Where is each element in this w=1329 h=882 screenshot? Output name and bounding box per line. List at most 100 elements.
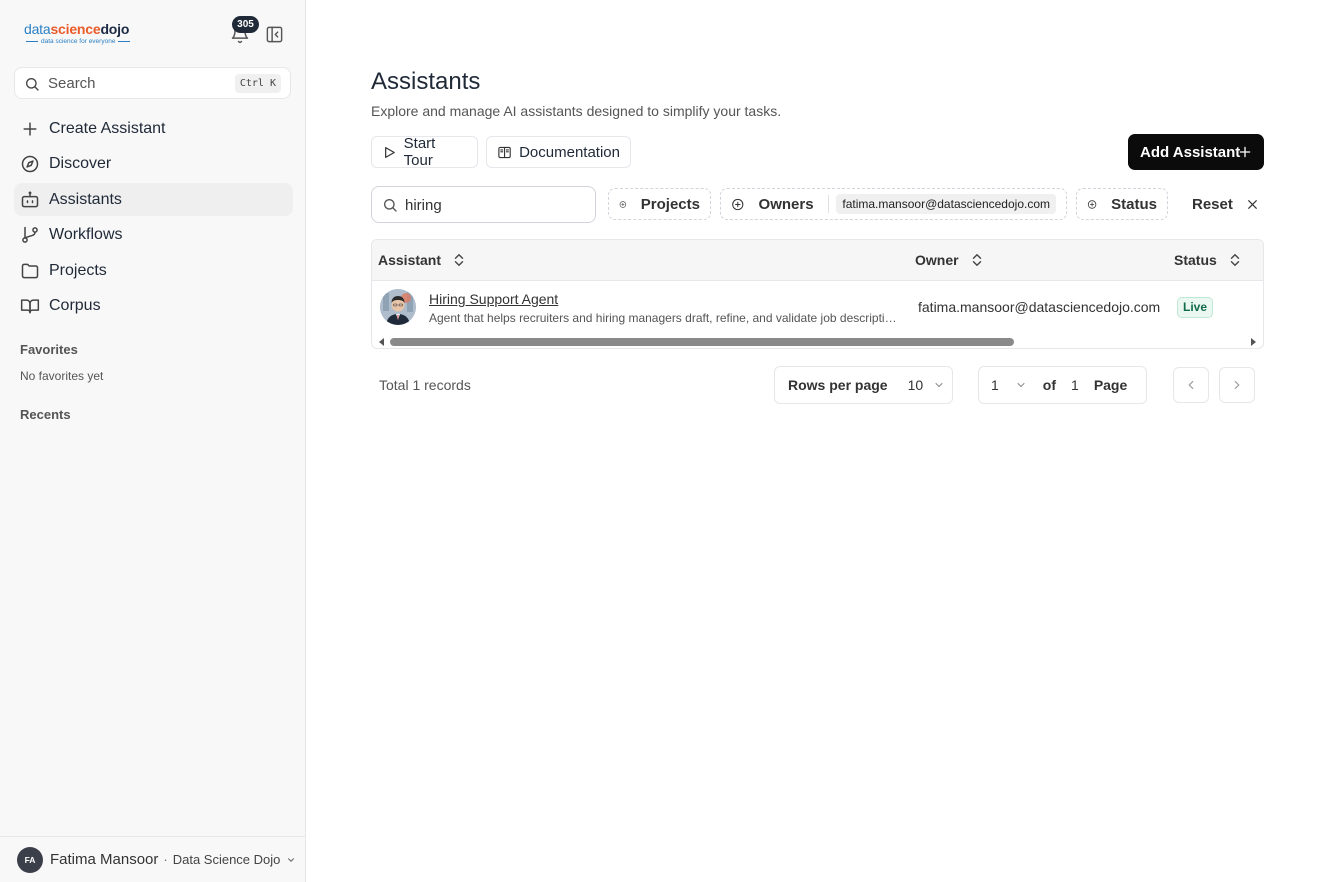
search-icon (384, 199, 397, 212)
total-pages-value: 1 (1071, 377, 1079, 393)
sidebar-item-label: Projects (49, 261, 107, 279)
column-label: Assistant (378, 252, 442, 268)
chevron-down-icon (288, 857, 295, 862)
column-label: Owner (915, 252, 959, 268)
scroll-right-icon[interactable] (1249, 338, 1257, 346)
page-of-label: of (1042, 377, 1057, 393)
search-shortcut: Ctrl K (234, 74, 281, 93)
favorites-title: Favorites (20, 342, 78, 357)
assistant-name-link[interactable]: Hiring Support Agent (429, 291, 558, 307)
sidebar-item-label: Discover (49, 154, 112, 172)
sidebar-item-label: Workflows (49, 225, 123, 243)
sort-icon (972, 254, 981, 266)
compass-icon (21, 155, 39, 172)
avatar: FA (17, 846, 43, 873)
owners-filter[interactable]: Owners fatima.mansoor@datasciencedojo.co… (720, 188, 1067, 220)
search-value: hiring (405, 197, 442, 214)
reset-filters-button[interactable]: Reset (1192, 196, 1259, 213)
column-header-status[interactable]: Status (1174, 252, 1241, 268)
projects-filter[interactable]: Projects (608, 188, 711, 220)
rows-per-page-value: 10 (907, 377, 924, 393)
horizontal-scrollbar[interactable] (372, 335, 1263, 348)
sidebar-item-label: Create Assistant (49, 119, 166, 137)
assistants-table: Assistant Owner Status Hiring Support Ag… (371, 239, 1264, 349)
notification-badge: 305 (232, 16, 259, 33)
plus-circle-icon (1087, 199, 1097, 209)
documentation-label: Documentation (519, 143, 620, 161)
logo-tagline: data science for everyone (41, 38, 116, 45)
projects-filter-label: Projects (640, 195, 700, 213)
user-menu[interactable]: FA Fatima Mansoor · Data Science Dojo (0, 836, 305, 882)
rows-per-page-select[interactable]: Rows per page 10 (774, 366, 953, 404)
logo-text-dojo: dojo (100, 21, 130, 37)
status-badge: Live (1177, 297, 1214, 318)
sidebar-item-workflows[interactable]: Workflows (14, 218, 293, 251)
column-header-owner[interactable]: Owner (915, 252, 983, 268)
sidebar-item-label: Corpus (49, 296, 101, 314)
sort-icon (454, 254, 464, 266)
sidebar-item-label: Assistants (49, 190, 122, 208)
logo[interactable]: datasciencedojo data science for everyon… (24, 20, 139, 48)
sidebar-item-projects[interactable]: Projects (14, 254, 293, 287)
owners-filter-label: Owners (758, 195, 814, 213)
search-placeholder: Search (48, 75, 96, 92)
assistant-avatar (380, 289, 416, 325)
previous-page-button[interactable] (1173, 367, 1209, 403)
plus-circle-icon (619, 200, 627, 208)
plus-icon (23, 121, 37, 136)
column-header-assistant[interactable]: Assistant (378, 252, 465, 268)
page-title: Assistants (371, 68, 481, 95)
user-name: Fatima Mansoor (50, 851, 159, 868)
chevron-down-icon (935, 383, 943, 388)
scrollbar-thumb[interactable] (390, 338, 1014, 346)
sidebar: datasciencedojo data science for everyon… (0, 0, 306, 882)
page-select[interactable]: 1 of 1 Page (978, 366, 1147, 404)
user-separator: · (163, 852, 168, 867)
plus-circle-icon (732, 198, 744, 210)
collapse-sidebar-icon[interactable] (265, 25, 284, 44)
sidebar-item-discover[interactable]: Discover (14, 147, 293, 180)
add-assistant-button[interactable]: Add Assistant (1128, 134, 1264, 170)
logo-text-ence: ence (69, 21, 101, 37)
recents-title: Recents (20, 407, 71, 422)
search-icon (26, 78, 39, 91)
page-label: Page (1093, 377, 1128, 393)
bot-icon (21, 191, 39, 207)
next-page-button[interactable] (1219, 367, 1255, 403)
book-open-icon (498, 146, 511, 158)
user-org: Data Science Dojo (172, 852, 281, 867)
table-header: Assistant Owner Status (372, 240, 1263, 281)
rows-per-page-label: Rows per page (788, 377, 888, 393)
current-page-value: 1 (991, 377, 999, 393)
assistant-search-input[interactable]: hiring (371, 186, 596, 223)
assistant-description: Agent that helps recruiters and hiring m… (429, 311, 901, 325)
owner-filter-tag: fatima.mansoor@datasciencedojo.com (836, 194, 1056, 214)
start-tour-button[interactable]: Start Tour (371, 135, 478, 169)
scroll-left-icon[interactable] (378, 338, 386, 346)
reset-label: Reset (1192, 196, 1233, 213)
play-icon (385, 146, 395, 158)
git-branch-icon (22, 226, 38, 243)
sidebar-item-create-assistant[interactable]: Create Assistant (14, 112, 293, 145)
documentation-button[interactable]: Documentation (486, 136, 631, 168)
chevron-left-icon (1188, 380, 1194, 390)
total-records: Total 1 records (379, 377, 471, 393)
owner-cell: fatima.mansoor@datasciencedojo.com (918, 299, 1161, 315)
favorites-empty-text: No favorites yet (20, 369, 104, 383)
chevron-down-icon (1017, 383, 1025, 388)
page-subtitle: Explore and manage AI assistants designe… (371, 103, 782, 119)
logo-text-data: data (24, 21, 51, 37)
book-icon (20, 298, 40, 313)
status-filter-label: Status (1111, 195, 1157, 213)
status-filter[interactable]: Status (1076, 188, 1168, 220)
start-tour-label: Start Tour (403, 135, 436, 169)
add-assistant-label: Add Assistant (1140, 143, 1241, 161)
logo-text-sci: sci (50, 21, 70, 37)
sidebar-item-corpus[interactable]: Corpus (14, 289, 293, 322)
table-row[interactable]: Hiring Support Agent Agent that helps re… (372, 281, 1263, 334)
close-icon (1247, 200, 1257, 209)
column-label: Status (1174, 252, 1217, 268)
sidebar-item-assistants[interactable]: Assistants (14, 183, 293, 216)
sort-icon (1230, 254, 1239, 266)
sidebar-search[interactable]: Search Ctrl K (14, 67, 291, 99)
